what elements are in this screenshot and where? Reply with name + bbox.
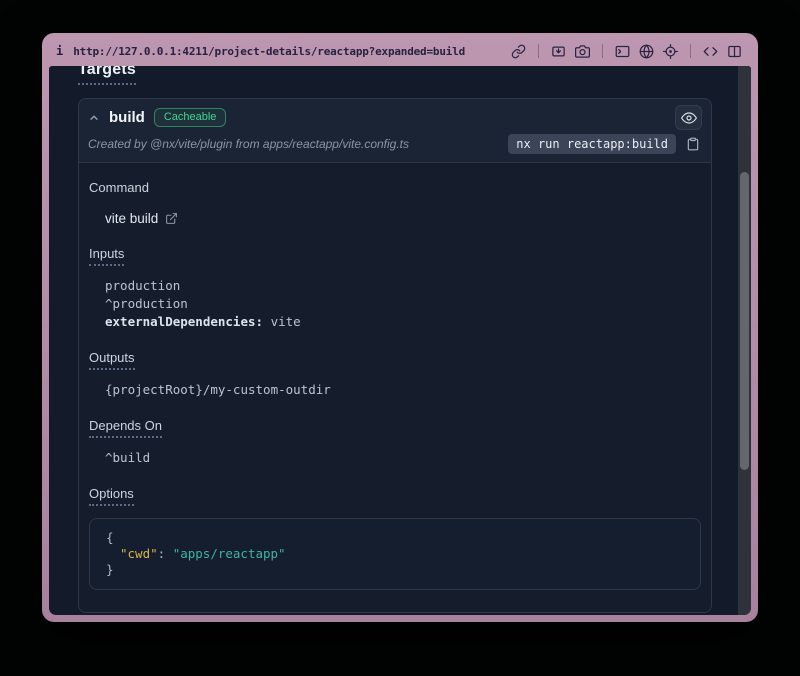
- outputs-section: Outputs {projectRoot}/my-custom-outdir: [89, 349, 701, 399]
- json-brace-close: }: [106, 562, 684, 578]
- command-section: Command vite build: [89, 179, 701, 226]
- target-icon[interactable]: [663, 44, 678, 59]
- toolbar-divider: [690, 44, 691, 58]
- inputs-section: Inputs production ^production externalDe…: [89, 245, 701, 331]
- terminal-icon[interactable]: [615, 44, 630, 59]
- created-by-text: Created by @nx/vite/plugin from apps/rea…: [88, 137, 500, 151]
- toolbar-icon-group: [511, 44, 742, 59]
- input-item: production: [105, 277, 701, 295]
- depends-on-item: ^build: [105, 449, 701, 467]
- inputs-label: Inputs: [89, 246, 124, 266]
- browser-toolbar: i http://127.0.0.1:4211/project-details/…: [42, 33, 758, 66]
- build-card-header-toggle[interactable]: build Cacheable: [88, 105, 702, 130]
- build-target-card: build Cacheable Created by @nx/vite/plug…: [78, 98, 712, 613]
- clipboard-icon: [686, 137, 700, 151]
- outputs-label: Outputs: [89, 350, 135, 370]
- chevron-up-icon[interactable]: [88, 112, 100, 124]
- camera-icon[interactable]: [575, 44, 590, 59]
- json-brace-open: {: [106, 530, 684, 546]
- input-item: externalDependencies: vite: [105, 313, 701, 331]
- toolbar-divider: [602, 44, 603, 58]
- output-item: {projectRoot}/my-custom-outdir: [105, 381, 701, 399]
- toolbar-divider: [538, 44, 539, 58]
- depends-on-section: Depends On ^build: [89, 417, 701, 467]
- browser-window: i http://127.0.0.1:4211/project-details/…: [42, 33, 758, 622]
- capture-icon[interactable]: [551, 44, 566, 59]
- copy-command-button[interactable]: [684, 137, 702, 151]
- scrollbar-thumb[interactable]: [740, 172, 749, 470]
- view-target-graph-button[interactable]: [675, 105, 702, 130]
- globe-icon[interactable]: [639, 44, 654, 59]
- cacheable-badge: Cacheable: [154, 108, 227, 127]
- page-title: Targets: [78, 66, 712, 85]
- build-card-header: build Cacheable Created by @nx/vite/plug…: [79, 99, 711, 162]
- build-card-body: Command vite build Inputs production: [79, 162, 711, 612]
- options-section: Options { "cwd": "apps/reactapp" }: [89, 485, 701, 590]
- depends-on-label: Depends On: [89, 418, 162, 438]
- page-content: Targets build Cacheable: [49, 66, 751, 615]
- info-icon: i: [56, 44, 63, 58]
- code-icon[interactable]: [703, 44, 718, 59]
- input-item: ^production: [105, 295, 701, 313]
- build-card-subheader: Created by @nx/vite/plugin from apps/rea…: [88, 134, 702, 154]
- split-view-icon[interactable]: [727, 44, 742, 59]
- command-value: vite build: [105, 211, 158, 226]
- options-label: Options: [89, 486, 134, 506]
- target-name: build: [109, 109, 145, 126]
- external-link-icon[interactable]: [165, 212, 178, 225]
- command-label: Command: [89, 180, 149, 195]
- eye-icon: [681, 110, 697, 126]
- run-command-chip: nx run reactapp:build: [508, 134, 676, 154]
- options-json-box: { "cwd": "apps/reactapp" }: [89, 518, 701, 590]
- url-bar[interactable]: http://127.0.0.1:4211/project-details/re…: [73, 45, 465, 58]
- json-cwd-line: "cwd": "apps/reactapp": [106, 546, 684, 562]
- link-icon[interactable]: [511, 44, 526, 59]
